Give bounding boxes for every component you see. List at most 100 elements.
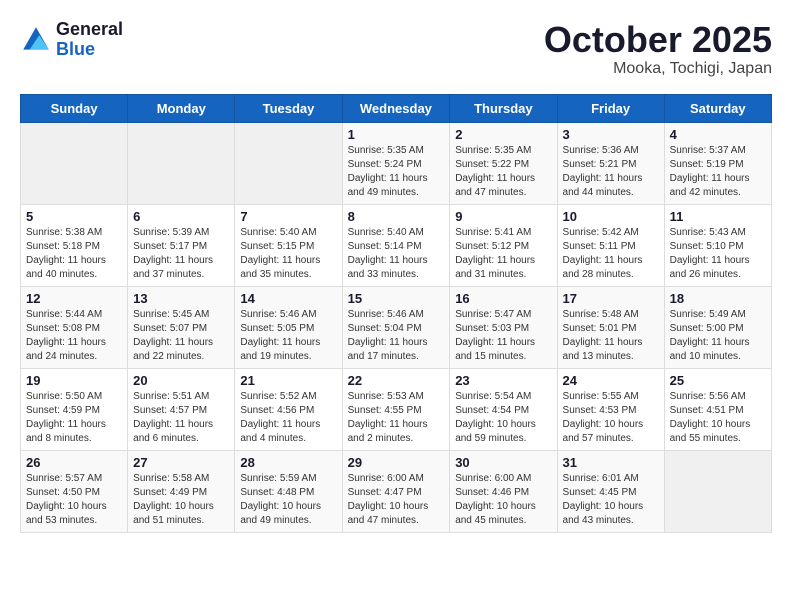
day-cell: 4Sunrise: 5:37 AM Sunset: 5:19 PM Daylig… xyxy=(664,122,771,204)
calendar-table: SundayMondayTuesdayWednesdayThursdayFrid… xyxy=(20,94,772,533)
day-cell xyxy=(21,122,128,204)
day-info: Sunrise: 5:57 AM Sunset: 4:50 PM Dayligh… xyxy=(26,472,122,528)
day-cell: 19Sunrise: 5:50 AM Sunset: 4:59 PM Dayli… xyxy=(21,368,128,450)
day-cell: 3 Sunrise: 5:36 AM Sunset: 5:21 PM Daylig… xyxy=(557,122,664,204)
day-number: 10 xyxy=(563,209,659,224)
logo-line1: General xyxy=(56,19,123,39)
day-cell: 22 Sunrise: 5:53 AM Sunset: 4:55 PM Dayli… xyxy=(342,368,450,450)
logo-text: General Blue xyxy=(56,20,123,60)
week-row-5: 26 Sunrise: 5:57 AM Sunset: 4:50 PM Dayli… xyxy=(21,450,772,532)
day-info: Sunrise: 5:56 AM Sunset: 4:51 PM Dayligh… xyxy=(670,390,766,446)
day-number: 25 xyxy=(670,373,766,388)
day-info: Sunrise: 5:39 AM Sunset: 5:17 PM Dayligh… xyxy=(133,226,229,282)
day-info: Sunrise: 5:53 AM Sunset: 4:55 PM Dayligh… xyxy=(348,390,445,446)
day-cell: 21 Sunrise: 5:52 AM Sunset: 4:56 PM Dayli… xyxy=(235,368,342,450)
day-cell: 28 Sunrise: 5:59 AM Sunset: 4:48 PM Dayli… xyxy=(235,450,342,532)
day-cell: 2Sunrise: 5:35 AM Sunset: 5:22 PM Daylig… xyxy=(450,122,557,204)
day-info: Sunrise: 6:01 AM Sunset: 4:45 PM Dayligh… xyxy=(563,472,659,528)
day-number: 16 xyxy=(455,291,551,306)
day-number: 26 xyxy=(26,455,122,470)
weekday-header-thursday: Thursday xyxy=(450,94,557,122)
day-number: 13 xyxy=(133,291,229,306)
day-number: 12 xyxy=(26,291,122,306)
day-cell: 6 Sunrise: 5:39 AM Sunset: 5:17 PM Daylig… xyxy=(128,204,235,286)
day-cell: 18 Sunrise: 5:49 AM Sunset: 5:00 PM Dayli… xyxy=(664,286,771,368)
day-cell: 9Sunrise: 5:41 AM Sunset: 5:12 PM Daylig… xyxy=(450,204,557,286)
logo-icon xyxy=(20,24,52,56)
day-info: Sunrise: 5:40 AM Sunset: 5:15 PM Dayligh… xyxy=(240,226,336,282)
day-number: 7 xyxy=(240,209,336,224)
day-number: 22 xyxy=(348,373,445,388)
page-header: General Blue October 2025 Mooka, Tochigi… xyxy=(20,20,772,78)
day-number: 5 xyxy=(26,209,122,224)
week-row-1: 1 Sunrise: 5:35 AM Sunset: 5:24 PM Daylig… xyxy=(21,122,772,204)
day-info: Sunrise: 5:58 AM Sunset: 4:49 PM Dayligh… xyxy=(133,472,229,528)
day-number: 1 xyxy=(348,127,445,142)
day-number: 28 xyxy=(240,455,336,470)
day-cell: 29Sunrise: 6:00 AM Sunset: 4:47 PM Dayli… xyxy=(342,450,450,532)
logo: General Blue xyxy=(20,20,123,60)
day-cell: 20Sunrise: 5:51 AM Sunset: 4:57 PM Dayli… xyxy=(128,368,235,450)
logo-line2: Blue xyxy=(56,39,95,59)
weekday-header-wednesday: Wednesday xyxy=(342,94,450,122)
day-cell: 23 Sunrise: 5:54 AM Sunset: 4:54 PM Dayli… xyxy=(450,368,557,450)
day-info: Sunrise: 6:00 AM Sunset: 4:46 PM Dayligh… xyxy=(455,472,551,528)
day-info: Sunrise: 5:51 AM Sunset: 4:57 PM Dayligh… xyxy=(133,390,229,446)
day-info: Sunrise: 5:40 AM Sunset: 5:14 PM Dayligh… xyxy=(348,226,445,282)
location: Mooka, Tochigi, Japan xyxy=(544,60,772,78)
week-row-4: 19Sunrise: 5:50 AM Sunset: 4:59 PM Dayli… xyxy=(21,368,772,450)
day-cell: 5Sunrise: 5:38 AM Sunset: 5:18 PM Daylig… xyxy=(21,204,128,286)
day-info: Sunrise: 5:35 AM Sunset: 5:22 PM Dayligh… xyxy=(455,144,551,200)
day-number: 15 xyxy=(348,291,445,306)
day-info: Sunrise: 5:42 AM Sunset: 5:11 PM Dayligh… xyxy=(563,226,659,282)
day-cell: 10 Sunrise: 5:42 AM Sunset: 5:11 PM Dayli… xyxy=(557,204,664,286)
day-cell: 14Sunrise: 5:46 AM Sunset: 5:05 PM Dayli… xyxy=(235,286,342,368)
day-number: 30 xyxy=(455,455,551,470)
day-info: Sunrise: 5:59 AM Sunset: 4:48 PM Dayligh… xyxy=(240,472,336,528)
day-cell: 17 Sunrise: 5:48 AM Sunset: 5:01 PM Dayli… xyxy=(557,286,664,368)
day-number: 29 xyxy=(348,455,445,470)
day-number: 21 xyxy=(240,373,336,388)
day-number: 31 xyxy=(563,455,659,470)
day-cell: 25 Sunrise: 5:56 AM Sunset: 4:51 PM Dayli… xyxy=(664,368,771,450)
day-info: Sunrise: 5:43 AM Sunset: 5:10 PM Dayligh… xyxy=(670,226,766,282)
day-cell: 8Sunrise: 5:40 AM Sunset: 5:14 PM Daylig… xyxy=(342,204,450,286)
day-cell: 7 Sunrise: 5:40 AM Sunset: 5:15 PM Daylig… xyxy=(235,204,342,286)
week-row-3: 12 Sunrise: 5:44 AM Sunset: 5:08 PM Dayli… xyxy=(21,286,772,368)
day-cell: 31 Sunrise: 6:01 AM Sunset: 4:45 PM Dayli… xyxy=(557,450,664,532)
day-cell: 30 Sunrise: 6:00 AM Sunset: 4:46 PM Dayli… xyxy=(450,450,557,532)
day-number: 18 xyxy=(670,291,766,306)
day-info: Sunrise: 5:49 AM Sunset: 5:00 PM Dayligh… xyxy=(670,308,766,364)
day-number: 6 xyxy=(133,209,229,224)
day-info: Sunrise: 5:37 AM Sunset: 5:19 PM Dayligh… xyxy=(670,144,766,200)
day-info: Sunrise: 5:47 AM Sunset: 5:03 PM Dayligh… xyxy=(455,308,551,364)
day-info: Sunrise: 5:54 AM Sunset: 4:54 PM Dayligh… xyxy=(455,390,551,446)
day-number: 11 xyxy=(670,209,766,224)
month-title: October 2025 xyxy=(544,20,772,60)
day-number: 3 xyxy=(563,127,659,142)
day-info: Sunrise: 5:48 AM Sunset: 5:01 PM Dayligh… xyxy=(563,308,659,364)
day-cell xyxy=(128,122,235,204)
weekday-header-row: SundayMondayTuesdayWednesdayThursdayFrid… xyxy=(21,94,772,122)
day-number: 23 xyxy=(455,373,551,388)
day-cell: 15Sunrise: 5:46 AM Sunset: 5:04 PM Dayli… xyxy=(342,286,450,368)
day-cell: 16 Sunrise: 5:47 AM Sunset: 5:03 PM Dayli… xyxy=(450,286,557,368)
day-cell: 1 Sunrise: 5:35 AM Sunset: 5:24 PM Daylig… xyxy=(342,122,450,204)
day-info: Sunrise: 5:52 AM Sunset: 4:56 PM Dayligh… xyxy=(240,390,336,446)
weekday-header-tuesday: Tuesday xyxy=(235,94,342,122)
day-cell xyxy=(235,122,342,204)
title-block: October 2025 Mooka, Tochigi, Japan xyxy=(544,20,772,78)
day-number: 19 xyxy=(26,373,122,388)
day-info: Sunrise: 5:55 AM Sunset: 4:53 PM Dayligh… xyxy=(563,390,659,446)
day-cell: 26 Sunrise: 5:57 AM Sunset: 4:50 PM Dayli… xyxy=(21,450,128,532)
day-info: Sunrise: 5:45 AM Sunset: 5:07 PM Dayligh… xyxy=(133,308,229,364)
day-cell: 11 Sunrise: 5:43 AM Sunset: 5:10 PM Dayli… xyxy=(664,204,771,286)
day-number: 14 xyxy=(240,291,336,306)
day-info: Sunrise: 5:35 AM Sunset: 5:24 PM Dayligh… xyxy=(348,144,445,200)
weekday-header-friday: Friday xyxy=(557,94,664,122)
day-cell: 24Sunrise: 5:55 AM Sunset: 4:53 PM Dayli… xyxy=(557,368,664,450)
day-number: 17 xyxy=(563,291,659,306)
day-info: Sunrise: 5:36 AM Sunset: 5:21 PM Dayligh… xyxy=(563,144,659,200)
day-cell: 12 Sunrise: 5:44 AM Sunset: 5:08 PM Dayli… xyxy=(21,286,128,368)
day-info: Sunrise: 5:44 AM Sunset: 5:08 PM Dayligh… xyxy=(26,308,122,364)
